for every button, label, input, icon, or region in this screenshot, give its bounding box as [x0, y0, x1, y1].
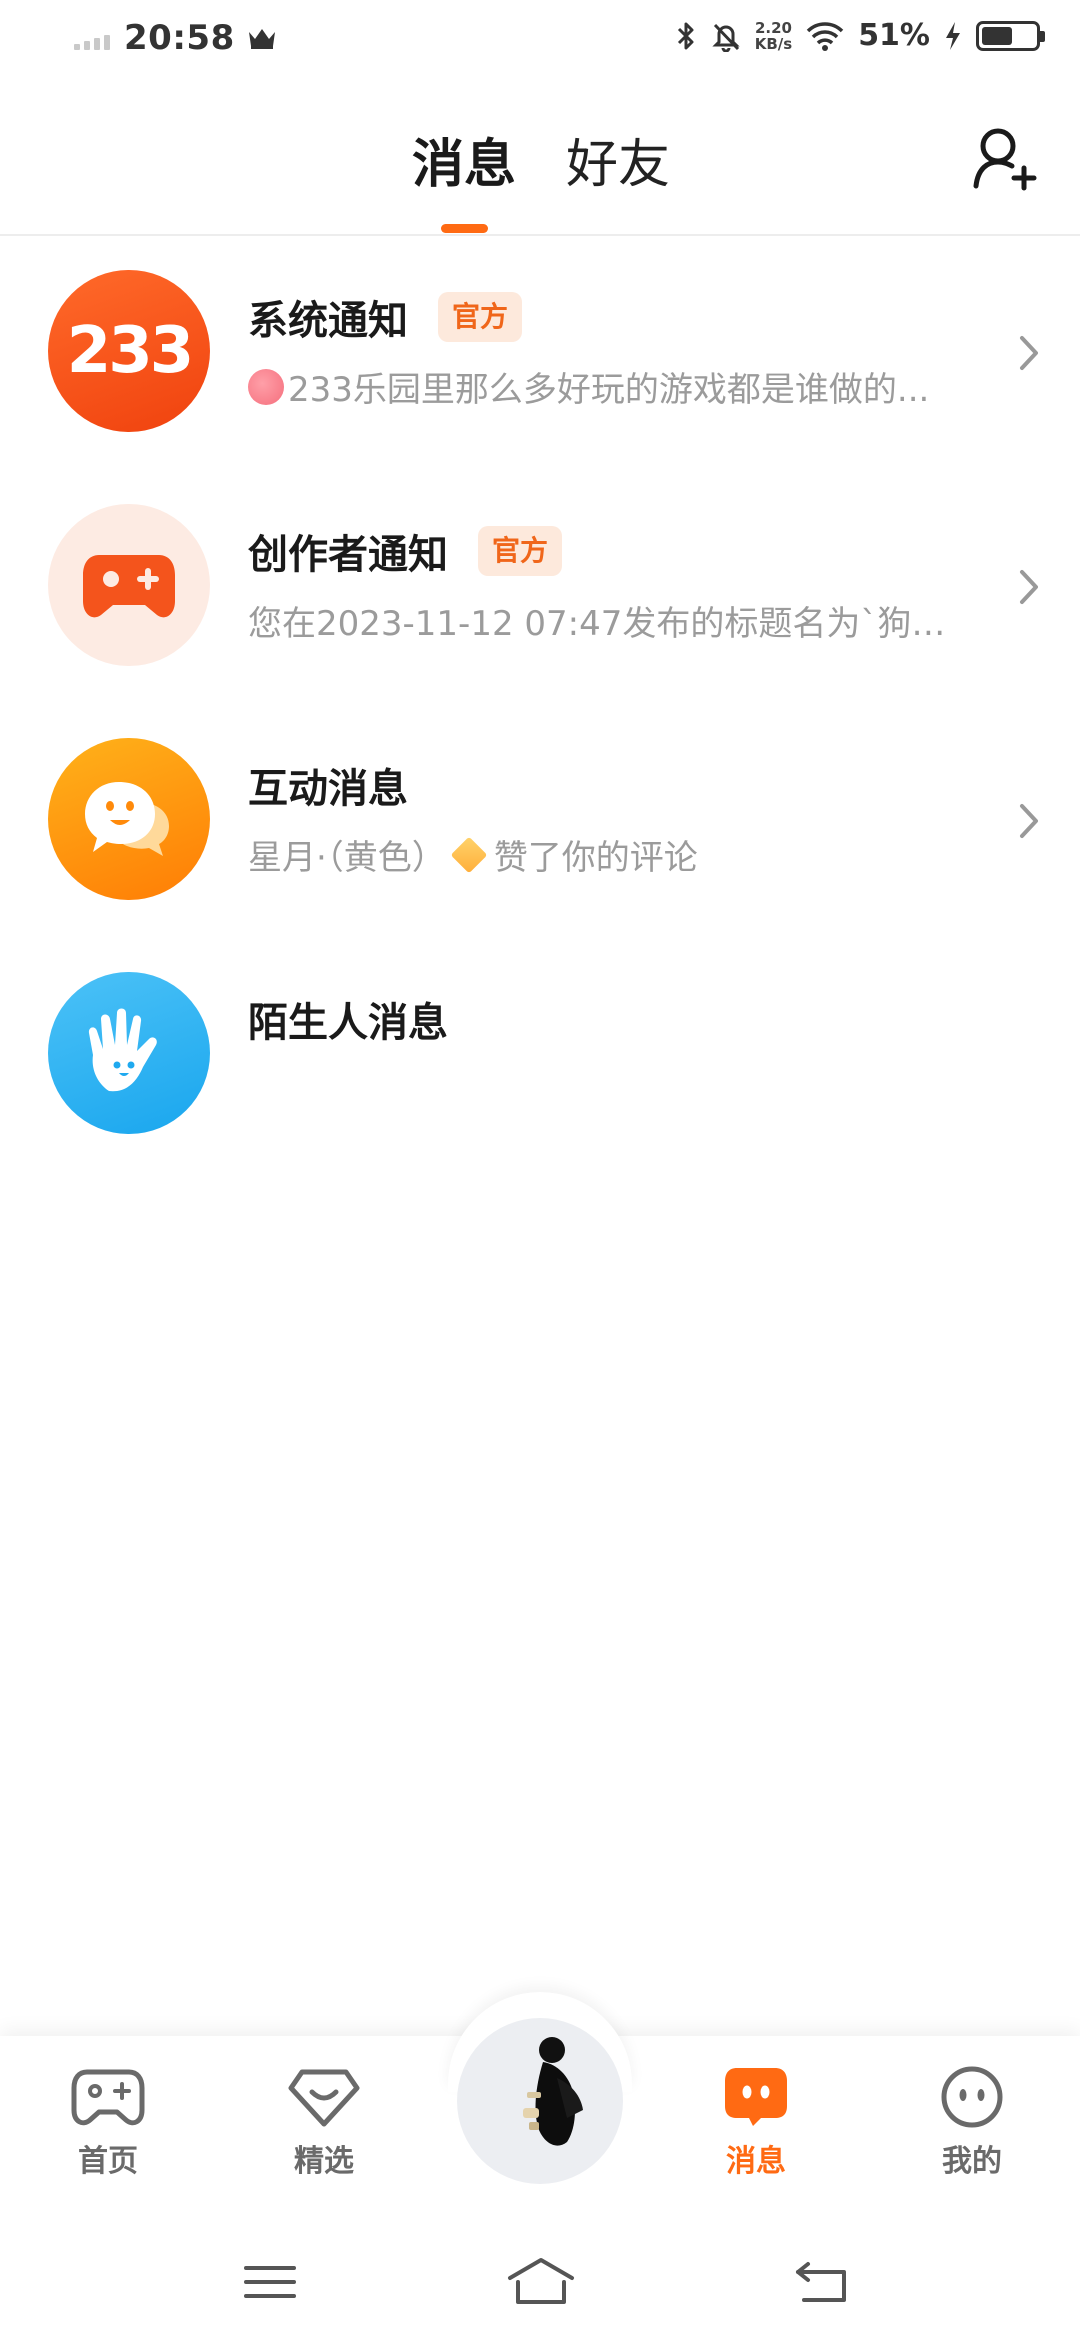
- bluetooth-icon: [677, 22, 694, 49]
- gamepad-plus-icon: [83, 555, 175, 618]
- chevron-right-icon: [1020, 570, 1038, 604]
- tab-active-indicator: [441, 224, 488, 233]
- gamepad-icon: [71, 2069, 145, 2126]
- battery-percent: 51%: [858, 18, 930, 53]
- nav-label: 精选: [294, 2144, 354, 2179]
- wifi-icon: [806, 21, 844, 51]
- avatar-stranger: [48, 972, 210, 1134]
- nav-home[interactable]: 首页: [33, 2066, 183, 2180]
- heart-gem-icon: [288, 2069, 360, 2127]
- official-badge: 官方: [478, 526, 563, 576]
- net-speed-value: 2.20: [754, 18, 792, 37]
- system-navigation-bar: [0, 2226, 1080, 2340]
- angry-face-icon: [248, 368, 284, 405]
- chat-bubble-face-icon: [85, 782, 169, 856]
- avatar-233-logo: 233: [48, 270, 210, 432]
- nav-label: 首页: [78, 2144, 138, 2179]
- preview-text: 您在2023-11-12 07:47发布的标题名为`狗熊...: [248, 604, 958, 644]
- person-add-icon[interactable]: [972, 124, 1040, 192]
- official-badge: 官方: [438, 292, 523, 342]
- item-title: 陌生人消息: [248, 1000, 448, 1046]
- item-preview: 您在2023-11-12 07:47发布的标题名为`狗熊...: [248, 596, 958, 645]
- status-right: 2.20 KB/s 51%: [675, 18, 1045, 53]
- header: 消息 好友: [0, 84, 1080, 236]
- tab-friends[interactable]: 好友: [566, 122, 670, 197]
- signal-icon: [74, 26, 110, 50]
- status-left: 20:58: [74, 18, 277, 58]
- face-icon: [941, 2066, 1003, 2128]
- item-preview: 233乐园里那么多好玩的游戏都是谁做的...: [248, 362, 958, 411]
- diamond-icon: [450, 836, 488, 873]
- status-bar: 20:58 2.20 KB/s 51%: [0, 0, 1080, 84]
- list-item-system-notification[interactable]: 233 系统通知 官方 233乐园里那么多好玩的游戏都是谁做的...: [0, 236, 1080, 470]
- item-title: 系统通知: [248, 298, 408, 344]
- nav-featured[interactable]: 精选: [249, 2066, 399, 2180]
- list-item-creator-notification[interactable]: 创作者通知 官方 您在2023-11-12 07:47发布的标题名为`狗熊...: [0, 470, 1080, 704]
- crown-icon: [248, 29, 275, 49]
- bell-mute-icon: [712, 23, 740, 52]
- logo-233-text: 233: [66, 314, 195, 388]
- preview-text-before: 星月·（黄色）: [248, 838, 446, 878]
- network-speed: 2.20 KB/s: [755, 20, 792, 52]
- back-icon[interactable]: [792, 2256, 852, 2308]
- net-speed-unit: KB/s: [754, 34, 793, 53]
- nav-messages[interactable]: 消息: [681, 2066, 831, 2180]
- tab-messages[interactable]: 消息: [412, 122, 516, 197]
- charging-icon: [946, 21, 960, 50]
- message-list: 233 系统通知 官方 233乐园里那么多好玩的游戏都是谁做的... 创作者通知…: [0, 236, 1080, 1172]
- avatar-creator: [48, 504, 210, 666]
- item-title: 创作者通知: [248, 532, 448, 578]
- home-icon[interactable]: [506, 2256, 576, 2308]
- item-title: 互动消息: [248, 766, 408, 812]
- bottom-navigation: 首页 精选 消息 我的: [0, 1992, 1080, 2226]
- avatar-interaction: [48, 738, 210, 900]
- list-item-interaction-messages[interactable]: 互动消息 星月·（黄色） 赞了你的评论: [0, 704, 1080, 938]
- nav-label: 消息: [726, 2144, 786, 2179]
- preview-text: 233乐园里那么多好玩的游戏都是谁做的...: [288, 370, 930, 410]
- chevron-right-icon: [1020, 336, 1038, 370]
- list-item-stranger-messages[interactable]: 陌生人消息: [0, 938, 1080, 1172]
- nav-mine[interactable]: 我的: [897, 2066, 1047, 2180]
- menu-icon[interactable]: [240, 2256, 300, 2308]
- battery-icon: [976, 20, 1045, 51]
- message-icon: [725, 2068, 787, 2126]
- item-preview: 星月·（黄色） 赞了你的评论: [248, 830, 958, 879]
- waving-hand-icon: [88, 1008, 157, 1092]
- nav-label: 我的: [942, 2144, 1002, 2179]
- character-avatar-icon: [523, 2037, 583, 2146]
- chevron-right-icon: [1020, 804, 1038, 838]
- status-time: 20:58: [124, 18, 235, 58]
- center-avatar-button[interactable]: [457, 2018, 623, 2184]
- preview-text-after: 赞了你的评论: [493, 838, 698, 878]
